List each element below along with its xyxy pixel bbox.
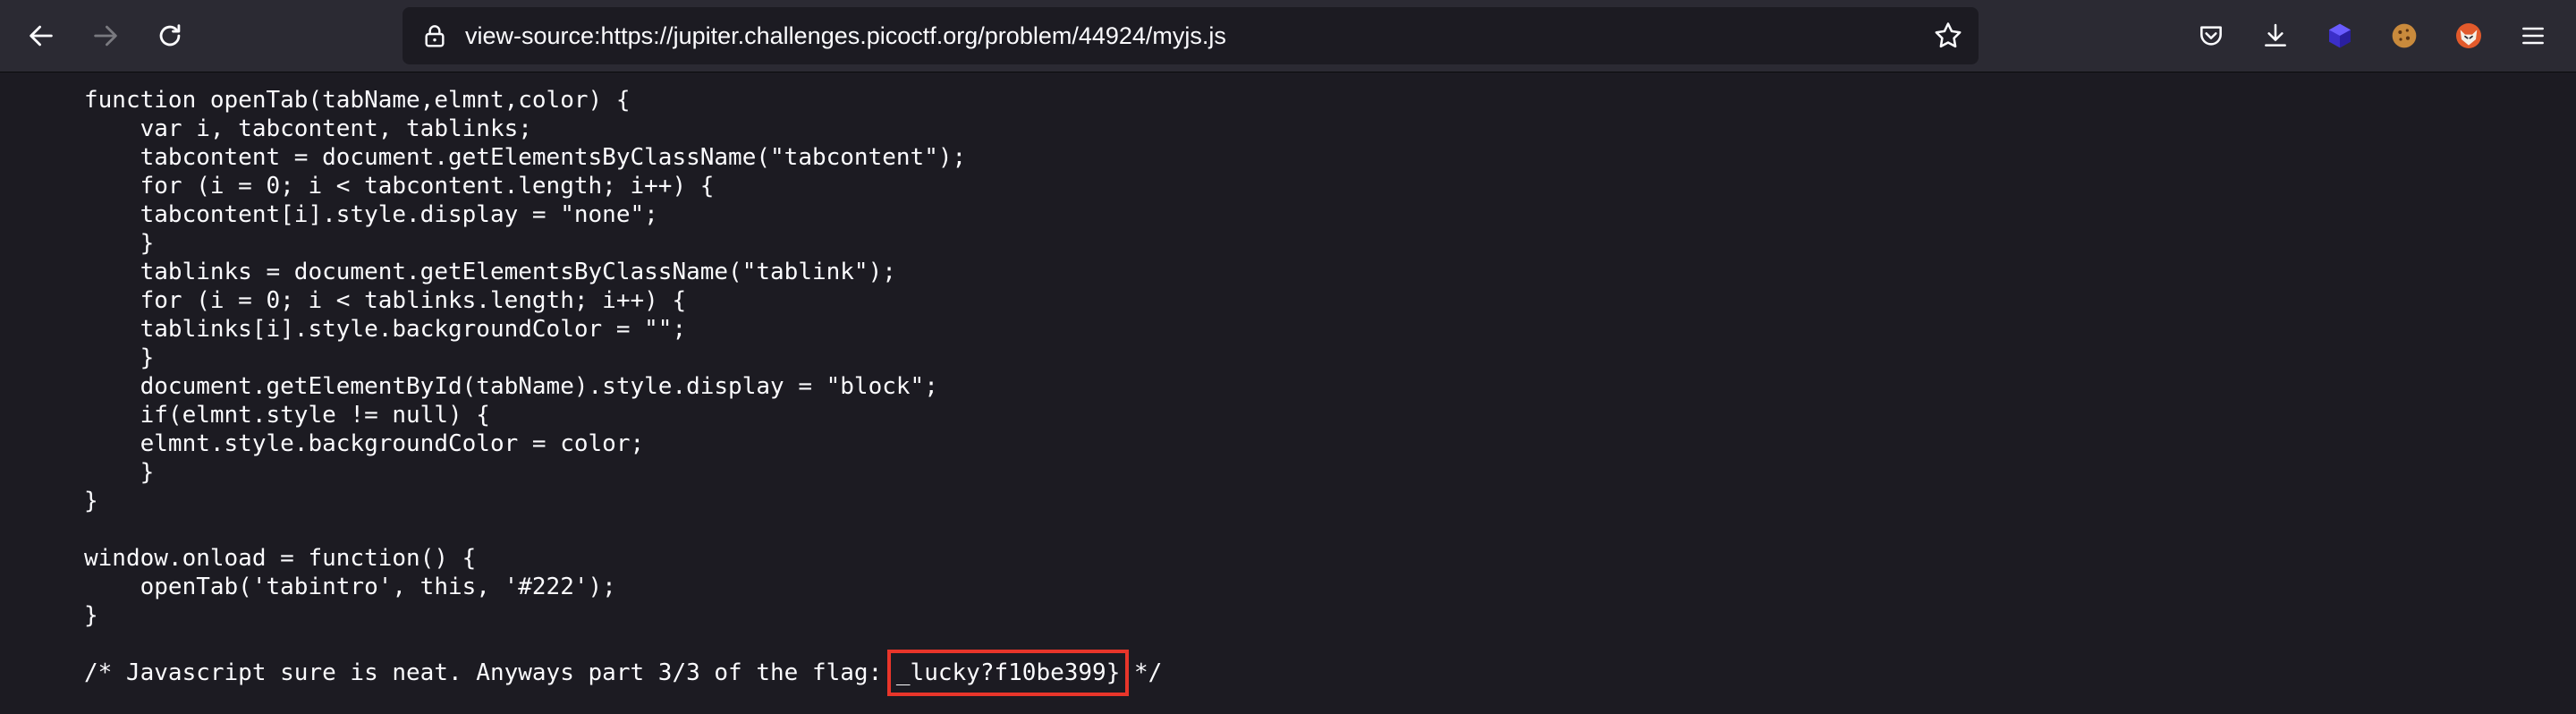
hamburger-menu-icon	[2522, 27, 2544, 45]
code-line: }	[84, 488, 98, 514]
lock-icon[interactable]	[420, 21, 449, 50]
code-line: }	[84, 344, 155, 371]
code-line: }	[84, 602, 98, 629]
code-line: }	[84, 230, 155, 257]
pocket-button[interactable]	[2190, 14, 2233, 57]
pocket-icon	[2200, 26, 2222, 46]
code-line: document.getElementById(tabName).style.d…	[84, 373, 938, 400]
code-line: }	[84, 459, 155, 486]
cube-extension-icon	[2329, 23, 2351, 48]
reload-button[interactable]	[148, 14, 191, 57]
extension-button-cube[interactable]	[2318, 14, 2361, 57]
browser-toolbar: view-source:https://jupiter.challenges.p…	[0, 0, 2576, 72]
flag-part-text: _lucky?f10be399}	[895, 659, 1121, 686]
extension-button-cookie[interactable]	[2383, 14, 2426, 57]
reload-icon	[159, 24, 181, 47]
code-line: for (i = 0; i < tabcontent.length; i++) …	[84, 173, 715, 200]
code-line: if(elmnt.style != null) {	[84, 402, 490, 429]
forward-button[interactable]	[84, 14, 127, 57]
comment-prefix: /* Javascript sure is neat. Anyways part…	[84, 659, 896, 686]
cookie-extension-icon	[2392, 23, 2417, 48]
url-bar[interactable]: view-source:https://jupiter.challenges.p…	[402, 7, 1979, 64]
extension-button-fox[interactable]	[2447, 14, 2490, 57]
downloads-button[interactable]	[2254, 14, 2297, 57]
download-icon	[2265, 23, 2286, 47]
code-line: tabcontent = document.getElementsByClass…	[84, 144, 967, 171]
code-line: tablinks = document.getElementsByClassNa…	[84, 259, 896, 285]
code-line: function openTab(tabName,elmnt,color) {	[84, 87, 631, 114]
code-line: var i, tabcontent, tablinks;	[84, 115, 532, 142]
code-line: tabcontent[i].style.display = "none";	[84, 201, 658, 228]
code-line: tablinks[i].style.backgroundColor = "";	[84, 316, 687, 343]
comment-suffix: */	[1120, 659, 1163, 686]
code-line: window.onload = function() {	[84, 545, 477, 572]
flag-comment-line: /* Javascript sure is neat. Anyways part…	[84, 650, 1163, 696]
code-line: elmnt.style.backgroundColor = color;	[84, 430, 645, 457]
url-text[interactable]: view-source:https://jupiter.challenges.p…	[465, 7, 1226, 64]
back-button[interactable]	[20, 14, 63, 57]
fox-extension-icon	[2456, 23, 2481, 48]
star-icon[interactable]	[1932, 20, 1964, 52]
flag-highlight-box: _lucky?f10be399}	[886, 650, 1130, 696]
source-code-view: function openTab(tabName,elmnt,color) { …	[84, 86, 1163, 696]
code-line: openTab('tabintro', this, '#222');	[84, 574, 616, 600]
code-line: for (i = 0; i < tablinks.length; i++) {	[84, 287, 687, 314]
app-menu-button[interactable]	[2512, 14, 2555, 57]
arrow-right-icon	[94, 25, 117, 47]
arrow-left-icon	[30, 25, 53, 47]
